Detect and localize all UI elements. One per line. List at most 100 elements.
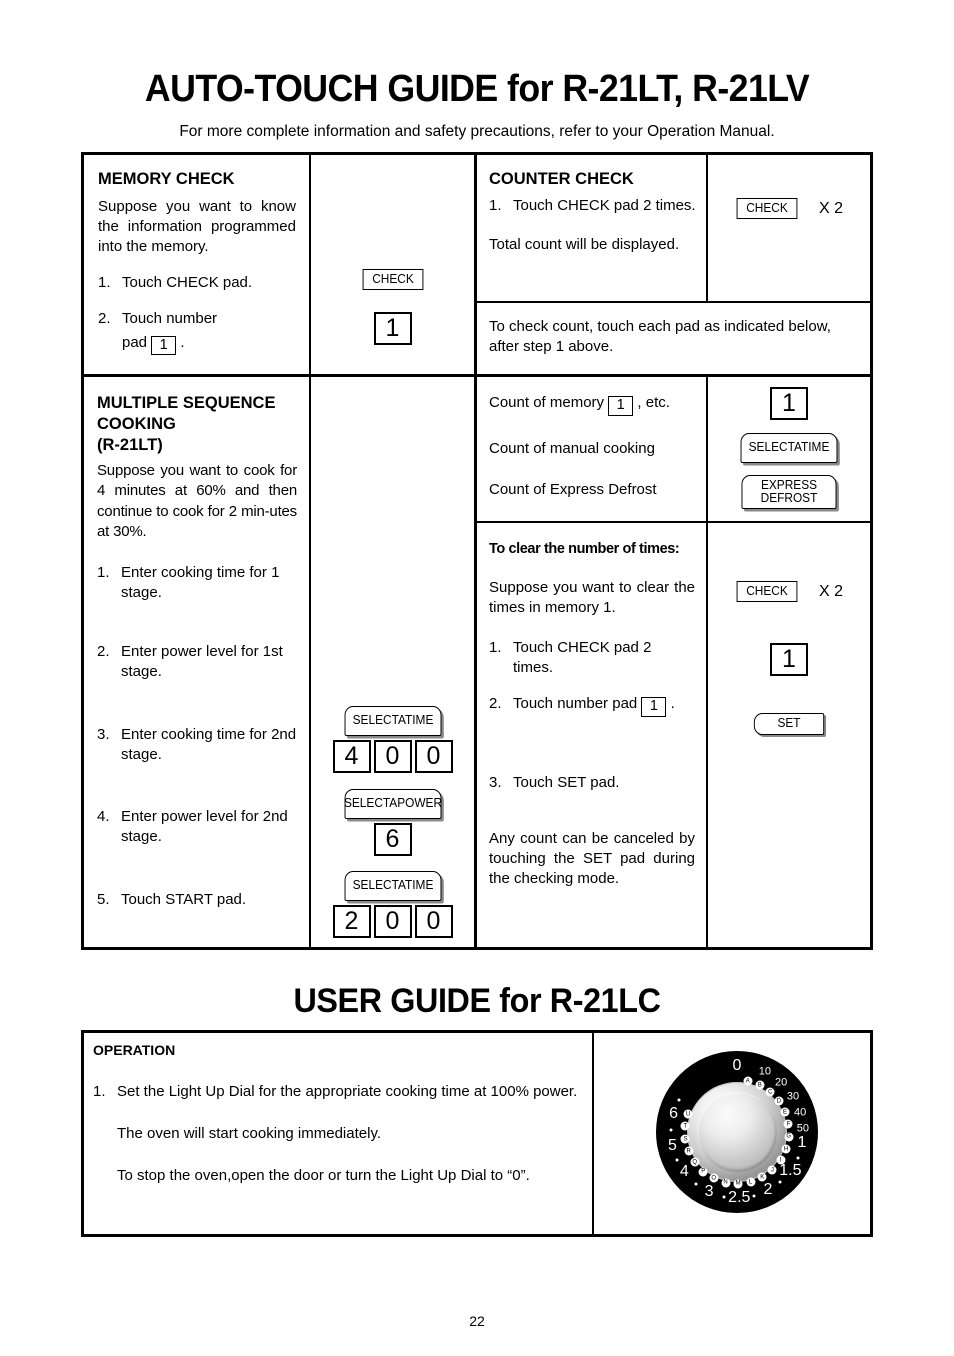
multiple-sequence-step-4: 4. Enter power level for 2nd stage. — [97, 807, 297, 890]
select-a-power-pad[interactable]: SELECTAPOWER — [343, 789, 442, 819]
counts-pads-cell: 1 SELECTATIME EXPRESS DEFROST — [708, 377, 870, 521]
step-text-period: . — [180, 333, 185, 351]
digit-pad[interactable]: 6 — [373, 823, 412, 856]
clear-times-cell: To clear the number of times: Suppose yo… — [477, 523, 706, 947]
dial-inner-pip: D — [774, 1096, 784, 1106]
step-text: Touch CHECK pad. — [122, 274, 253, 292]
operation-heading: OPERATION — [93, 1042, 176, 1058]
clear-times-note: Any count can be canceled by touching th… — [489, 829, 695, 887]
counter-check-pads-cell: CHECK X 2 — [708, 155, 870, 301]
time-digits-2: 2 0 0 — [332, 905, 453, 938]
digit-pad[interactable]: 4 — [332, 740, 371, 773]
step-text: Enter cooking time for 2nd stage. — [121, 725, 297, 763]
check-pad[interactable]: CHECK — [736, 581, 798, 602]
memory-check-intro: Suppose you want to know the information… — [98, 198, 296, 256]
inline-pad-1[interactable]: 1 — [151, 335, 177, 356]
counter-check-cell: COUNTER CHECK 1. Touch CHECK pad 2 times… — [477, 155, 706, 301]
dial-inner-pip: O — [709, 1173, 719, 1183]
step-number: 1. — [98, 274, 111, 292]
step-number: 4. — [97, 807, 110, 825]
digit-pad[interactable]: 2 — [332, 905, 371, 938]
step-number: 1. — [489, 638, 502, 656]
dial-label-50: 50 — [796, 1122, 810, 1135]
operation-step-1: 1. Set the Light Up Dial for the appropr… — [93, 1082, 580, 1102]
dial-label-10: 10 — [758, 1065, 772, 1078]
clear-times-intro: Suppose you want to clear the times in m… — [489, 578, 695, 616]
digit-pad[interactable]: 0 — [414, 905, 453, 938]
set-pad[interactable]: SET — [753, 713, 825, 735]
select-a-time-pad[interactable]: SELECTATIME — [344, 706, 441, 736]
select-a-time-pad[interactable]: SELECTATIME — [740, 433, 838, 463]
step-text: Set the Light Up Dial for the appropriat… — [117, 1082, 578, 1100]
light-up-dial[interactable]: 0 10 20 30 40 50 1 1.5 2 2.5 3 4 5 6 A B C D E F G H I J K L M N O P Q… — [656, 1051, 818, 1213]
multiple-sequence-step-2: 2. Enter power level for 1st stage. — [97, 642, 297, 725]
express-defrost-line-1: EXPRESS — [760, 477, 818, 492]
express-defrost-pad[interactable]: EXPRESS DEFROST — [741, 475, 837, 509]
memory-check-step-2: 2. Touch number pad 1 . — [98, 309, 296, 356]
multiple-sequence-heading-3: (R-21LT) — [97, 436, 163, 455]
inline-pad-1[interactable]: 1 — [641, 696, 667, 717]
multiple-sequence-heading-1: MULTIPLE SEQUENCE — [97, 394, 276, 412]
dial-inner-pip: K — [757, 1172, 767, 1182]
dial-inner-pip: F — [783, 1119, 793, 1129]
step-text: Touch START pad. — [121, 890, 247, 908]
step-number: 1. — [93, 1082, 106, 1100]
dial-label-1: 1 — [797, 1134, 807, 1152]
pad-group-2: SELECTAPOWER 6 — [311, 789, 474, 856]
dial-inner-pip: I — [776, 1155, 785, 1165]
digit-pad[interactable]: 0 — [414, 740, 453, 773]
dial-inner-pip: E — [780, 1107, 790, 1117]
dial-inner-pip: M — [733, 1179, 743, 1189]
multiple-sequence-step-5: 5. Touch START pad. — [97, 890, 297, 910]
count-row-memory: Count of memory 1 , etc. — [489, 393, 696, 416]
page-subtitle: For more complete information and safety… — [179, 123, 775, 140]
step-number: 1. — [489, 197, 502, 215]
step-text-period: . — [670, 694, 675, 712]
multiple-sequence-cell: MULTIPLE SEQUENCE COOKING (R-21LT) Suppo… — [84, 377, 309, 947]
step-number: 2. — [489, 694, 502, 712]
dial-tick-dot — [796, 1156, 800, 1160]
dial-inner-pip: A — [743, 1076, 753, 1086]
number-pad-1[interactable]: 1 — [770, 387, 808, 420]
dial-label-30: 30 — [786, 1090, 800, 1103]
clear-times-step-1: 1. Touch CHECK pad 2 times. — [489, 638, 695, 678]
check-pad-times: X 2 — [818, 199, 843, 217]
counter-check-note: Total count will be displayed. — [489, 236, 680, 254]
number-pad-1[interactable]: 1 — [373, 312, 412, 345]
memory-check-step-1: 1. Touch CHECK pad. — [98, 273, 296, 293]
select-a-time-pad[interactable]: SELECTATIME — [344, 871, 441, 901]
number-pad-1[interactable]: 1 — [770, 643, 808, 676]
step-text: Touch CHECK pad 2 times. — [513, 638, 652, 676]
digit-pad[interactable]: 0 — [373, 740, 412, 773]
clear-times-pads-cell: CHECK X 2 1 SET — [708, 523, 870, 947]
dial-cell: 0 10 20 30 40 50 1 1.5 2 2.5 3 4 5 6 A B C D E F G H I J K L M N O P Q… — [594, 1033, 870, 1234]
check-pad[interactable]: CHECK — [736, 198, 798, 219]
dial-tick-dot — [778, 1180, 782, 1184]
dial-inner-pip: Q — [690, 1157, 700, 1167]
digit-pad[interactable]: 0 — [373, 905, 412, 938]
step-text: Enter power level for 2nd stage. — [121, 807, 288, 845]
inline-pad-1[interactable]: 1 — [608, 396, 634, 416]
memory-check-pads-cell: CHECK 1 — [311, 155, 474, 374]
dial-label-5: 5 — [667, 1136, 677, 1154]
dial-inner-pip: N — [721, 1178, 731, 1188]
pad-group-1: SELECTATIME 4 0 0 — [311, 706, 474, 773]
step-text: Enter power level for 1st stage. — [121, 642, 283, 680]
check-pad[interactable]: CHECK — [362, 269, 423, 290]
dial-label-6: 6 — [669, 1104, 678, 1122]
dial-inner-pip: P — [698, 1167, 708, 1177]
counter-check-instruction-cell: To check count, touch each pad as indica… — [477, 303, 870, 373]
step-number: 3. — [97, 725, 110, 743]
operation-note-2: To stop the oven,open the door or turn t… — [117, 1167, 530, 1185]
multiple-sequence-step-3: 3. Enter cooking time for 2nd stage. — [97, 725, 297, 807]
dial-label-0: 0 — [732, 1057, 742, 1074]
step-number: 2. — [98, 310, 111, 328]
dial-tick-dot — [752, 1194, 756, 1198]
dial-label-2: 2 — [763, 1181, 773, 1199]
multiple-sequence-heading-2: COOKING — [97, 415, 176, 434]
dial-inner-pip: B — [755, 1080, 765, 1090]
dial-tick-dot — [722, 1195, 726, 1199]
dial-inner-pip: U — [683, 1109, 693, 1119]
step-number: 2. — [97, 642, 110, 660]
user-guide-title: USER GUIDE for R-21LC — [293, 982, 661, 1020]
